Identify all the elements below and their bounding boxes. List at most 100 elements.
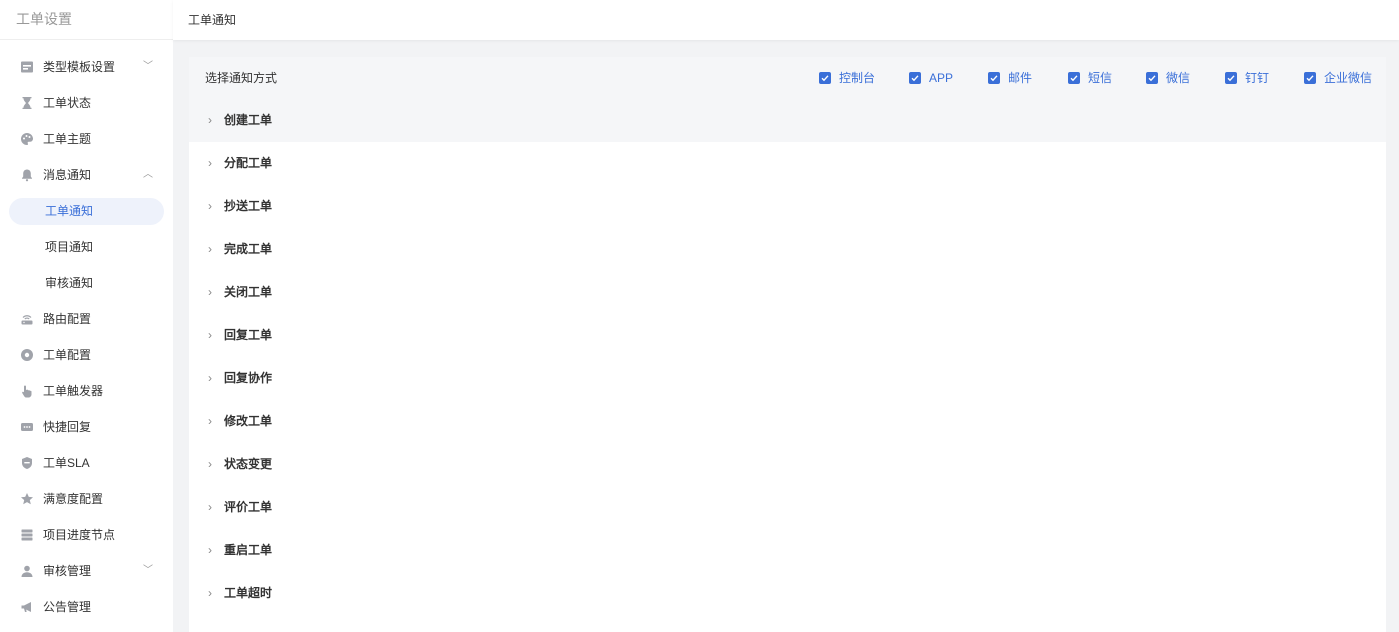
method-checkbox[interactable]: APP <box>909 70 953 86</box>
event-label: 评价工单 <box>224 500 273 514</box>
sidebar-item[interactable]: 消息通知 ︿ <box>0 157 173 193</box>
method-label: 邮件 <box>1008 71 1033 85</box>
sidebar-item-label: 快捷回复 <box>43 420 92 434</box>
sidebar-item[interactable]: 工单配置 <box>0 337 173 373</box>
sidebar-item-label: 审核管理 <box>43 564 92 578</box>
sidebar-item[interactable]: 工单SLA <box>0 445 173 481</box>
event-row[interactable]: › 修改工单 <box>189 400 1386 443</box>
sidebar-item-label: 工单状态 <box>43 96 92 110</box>
method-checkbox[interactable]: 钉钉 <box>1225 70 1269 86</box>
checkbox-checked-icon[interactable] <box>1225 72 1237 84</box>
sidebar-item-label: 工单主题 <box>43 132 92 146</box>
chevron-up-icon[interactable]: ︿ <box>143 157 153 193</box>
event-label: 修改工单 <box>224 414 273 428</box>
event-row[interactable]: › 分配工单 <box>189 142 1386 185</box>
sidebar-item[interactable]: 工单触发器 <box>0 373 173 409</box>
sidebar-item[interactable]: 公告管理 <box>0 589 173 625</box>
user-icon <box>20 564 34 578</box>
event-row[interactable]: › 完成工单 <box>189 228 1386 271</box>
sidebar-title: 工单设置 <box>0 0 173 40</box>
sidebar-item[interactable]: 快捷回复 <box>0 409 173 445</box>
hourglass-icon <box>20 96 34 110</box>
sidebar-item[interactable]: 工单主题 <box>0 121 173 157</box>
event-row[interactable]: › 关闭工单 <box>189 271 1386 314</box>
sidebar-item-label: 工单SLA <box>43 456 90 470</box>
chevron-right-icon[interactable]: › <box>208 99 220 142</box>
sidebar-item-label: 工单通知 <box>45 204 94 218</box>
sidebar-item[interactable]: 项目通知 <box>0 229 173 265</box>
method-label: APP <box>929 71 954 85</box>
sidebar-item-label: 工单配置 <box>43 348 92 362</box>
chevron-right-icon[interactable]: › <box>208 443 220 486</box>
method-checkbox[interactable]: 企业微信 <box>1304 70 1372 86</box>
page-header: 工单通知 <box>173 0 1399 40</box>
sidebar-menu: 类型模板设置 ﹀ 工单状态工单主题消息通知 ︿ 工单通知项目通知审核通知路由配置工单配置… <box>0 40 173 625</box>
sidebar-item-label: 审核通知 <box>45 276 94 290</box>
event-label: 回复协作 <box>224 371 273 385</box>
sidebar-item-label: 工单触发器 <box>43 384 104 398</box>
megaphone-icon <box>20 600 34 614</box>
event-row[interactable]: › 状态变更 <box>189 443 1386 486</box>
method-label: 短信 <box>1088 71 1113 85</box>
event-row[interactable]: › 评价工单 <box>189 486 1386 529</box>
sidebar-item[interactable]: 审核管理 ﹀ <box>0 553 173 589</box>
chevron-right-icon[interactable]: › <box>208 400 220 443</box>
chevron-right-icon[interactable]: › <box>208 228 220 271</box>
chevron-down-icon[interactable]: ﹀ <box>143 553 153 589</box>
event-label: 状态变更 <box>224 457 273 471</box>
event-label: 工单超时 <box>224 586 273 600</box>
checkbox-checked-icon[interactable] <box>988 72 1000 84</box>
event-label: 完成工单 <box>224 242 273 256</box>
sidebar-item[interactable]: 工单通知 <box>0 193 173 229</box>
shield-icon <box>20 456 34 470</box>
chevron-down-icon[interactable]: ﹀ <box>143 49 153 85</box>
chat-icon <box>20 420 34 434</box>
event-label: 分配工单 <box>224 156 273 170</box>
method-label: 企业微信 <box>1324 71 1373 85</box>
checkbox-checked-icon[interactable] <box>1304 72 1316 84</box>
event-row[interactable]: › 回复工单 <box>189 314 1386 357</box>
checkbox-checked-icon[interactable] <box>819 72 831 84</box>
checkbox-checked-icon[interactable] <box>1068 72 1080 84</box>
method-checkbox[interactable]: 控制台 <box>819 70 875 86</box>
sidebar-item-label: 公告管理 <box>43 600 92 614</box>
method-checkbox[interactable]: 邮件 <box>988 70 1032 86</box>
event-label: 抄送工单 <box>224 199 273 213</box>
star-icon <box>20 492 34 506</box>
chevron-right-icon[interactable]: › <box>208 357 220 400</box>
event-row[interactable]: › 回复协作 <box>189 357 1386 400</box>
checkbox-checked-icon[interactable] <box>1146 72 1158 84</box>
chevron-right-icon[interactable]: › <box>208 142 220 185</box>
settings-icon <box>20 348 34 362</box>
notification-methods-bar: 选择通知方式 控制台 APP 邮件 短信 微信 钉钉 企业微信 <box>189 57 1386 99</box>
method-checkbox[interactable]: 短信 <box>1068 70 1112 86</box>
event-list: › 创建工单 › 分配工单 › 抄送工单 › 完成工单 › 关闭工单 › 回复工单 › 回复协作 › 修改工单… <box>189 99 1386 615</box>
sidebar-item[interactable]: 满意度配置 <box>0 481 173 517</box>
method-checkbox[interactable]: 微信 <box>1146 70 1190 86</box>
notification-panel: 选择通知方式 控制台 APP 邮件 短信 微信 钉钉 企业微信 › 创建工单 › 分配工单 › 抄送工… <box>189 57 1386 632</box>
sidebar-item-label: 满意度配置 <box>43 492 104 506</box>
sidebar-item[interactable]: 项目进度节点 <box>0 517 173 553</box>
sidebar: 工单设置 类型模板设置 ﹀ 工单状态工单主题消息通知 ︿ 工单通知项目通知审核通知路由配… <box>0 0 173 632</box>
sidebar-item-label: 路由配置 <box>43 312 92 326</box>
checkbox-checked-icon[interactable] <box>909 72 921 84</box>
chevron-right-icon[interactable]: › <box>208 486 220 529</box>
chevron-right-icon[interactable]: › <box>208 185 220 228</box>
chevron-right-icon[interactable]: › <box>208 572 220 615</box>
sidebar-item[interactable]: 路由配置 <box>0 301 173 337</box>
chevron-right-icon[interactable]: › <box>208 271 220 314</box>
sidebar-item[interactable]: 类型模板设置 ﹀ <box>0 49 173 85</box>
event-row[interactable]: › 重启工单 <box>189 529 1386 572</box>
select-method-label: 选择通知方式 <box>205 71 278 85</box>
event-row[interactable]: › 工单超时 <box>189 572 1386 615</box>
sidebar-item[interactable]: 审核通知 <box>0 265 173 301</box>
chevron-right-icon[interactable]: › <box>208 529 220 572</box>
sidebar-item[interactable]: 工单状态 <box>0 85 173 121</box>
router-icon <box>20 312 34 326</box>
sidebar-item-label: 项目进度节点 <box>43 528 116 542</box>
palette-icon <box>20 132 34 146</box>
chevron-right-icon[interactable]: › <box>208 314 220 357</box>
event-row[interactable]: › 抄送工单 <box>189 185 1386 228</box>
event-label: 关闭工单 <box>224 285 273 299</box>
event-row[interactable]: › 创建工单 <box>189 99 1386 142</box>
